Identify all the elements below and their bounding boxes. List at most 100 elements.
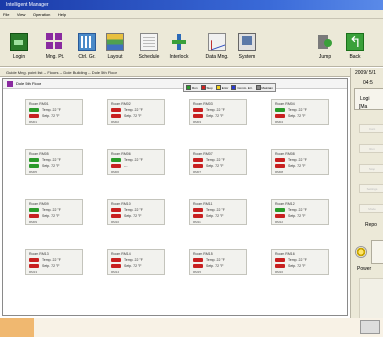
status-indicator — [111, 158, 121, 162]
status-indicator — [193, 158, 203, 162]
report-label[interactable]: Repo — [365, 222, 377, 228]
side-button-3[interactable]: Stop — [359, 164, 383, 173]
room-value: Temp. 22 °F — [42, 258, 61, 262]
room-name: Room RM10 — [111, 202, 131, 206]
room-tile[interactable]: Room RM06 Temp. 22 °F --- RM06 — [107, 149, 165, 175]
status-indicator — [111, 214, 121, 218]
room-value: Temp. 22 °F — [124, 158, 143, 162]
side-button-4[interactable]: Settings — [359, 184, 383, 193]
room-name: Room RM07 — [193, 152, 213, 156]
schedule-button[interactable]: Schedule — [132, 33, 166, 65]
room-value: Temp. 22 °F — [42, 108, 61, 112]
room-value: Temp. 22 °F — [124, 208, 143, 212]
room-tile[interactable]: Room RM12 Temp. 22 °F Setp. 72 °F RM12 — [271, 199, 329, 225]
schedule-label: Schedule — [138, 54, 160, 60]
layout-button[interactable]: Layout — [98, 33, 132, 65]
room-tile[interactable]: Room RM11 Temp. 22 °F Setp. 72 °F RM11 — [189, 199, 247, 225]
room-tile[interactable]: Room RM15 Temp. 22 °F Setp. 72 °F RM15 — [189, 249, 247, 275]
management-point-button[interactable]: Mng. Pt. — [38, 33, 72, 65]
room-value: Temp. 22 °F — [124, 258, 143, 262]
status-indicator — [275, 158, 285, 162]
room-tile[interactable]: Room RM01 Temp. 22 °F Setp. 72 °F RM01 — [25, 99, 83, 125]
status-indicator — [111, 208, 121, 212]
room-id: RM03 — [193, 120, 202, 124]
power-indicator-icon — [355, 246, 367, 258]
status-indicator — [275, 258, 285, 262]
room-tile[interactable]: Room RM09 Temp. 22 °F Setp. 72 °F RM09 — [25, 199, 83, 225]
room-tile[interactable]: Room RM07 Temp. 22 °F Setp. 72 °F RM07 — [189, 149, 247, 175]
menu-view[interactable]: View — [14, 10, 29, 19]
room-tile[interactable]: Room RM10 Temp. 22 °F Setp. 72 °F RM10 — [107, 199, 165, 225]
data-management-button[interactable]: Data Mng. — [200, 33, 234, 65]
status-indicator — [29, 214, 39, 218]
status-indicator — [275, 214, 285, 218]
status-indicator — [275, 264, 285, 268]
room-value: --- — [124, 164, 128, 168]
room-value: Setp. 72 °F — [288, 264, 306, 268]
status-side-panel: 2009/ 5/1 04:5 Logi [Ma Cont Run Stop Se… — [350, 68, 383, 328]
room-tile[interactable]: Room RM05 Temp. 22 °F Setp. 72 °F RM05 — [25, 149, 83, 175]
menu-operation[interactable]: Operation — [30, 10, 54, 19]
room-tile[interactable]: Room RM02 Temp. 22 °F Setp. 72 °F RM02 — [107, 99, 165, 125]
status-indicator — [193, 214, 203, 218]
status-indicator — [29, 114, 39, 118]
room-name: Room RM11 — [193, 202, 213, 206]
system-button[interactable]: System — [230, 33, 264, 65]
data-management-icon — [208, 33, 226, 51]
current-date: 2009/ 5/1 — [355, 70, 376, 76]
room-name: Room RM02 — [111, 102, 131, 106]
room-value: Setp. 72 °F — [124, 264, 142, 268]
floor-view: Dole 5th Floor Run Stop Error Comm. Err.… — [2, 78, 348, 316]
jump-icon — [316, 33, 334, 51]
power-box — [371, 240, 383, 264]
room-value: Temp. 22 °F — [206, 158, 225, 162]
room-value: Temp. 22 °F — [288, 208, 307, 212]
room-id: RM02 — [111, 120, 120, 124]
legend-swatch-comm-error — [231, 85, 237, 90]
status-indicator — [111, 114, 121, 118]
legend-run: Run — [186, 85, 198, 90]
menu-file[interactable]: File — [0, 10, 12, 19]
side-button-5[interactable]: Mode — [359, 204, 383, 213]
back-button[interactable]: Back — [338, 33, 372, 65]
management-point-icon — [46, 33, 64, 51]
room-tile[interactable]: Room RM08 Temp. 22 °F Setp. 72 °F RM08 — [271, 149, 329, 175]
legend-swatch-maintain — [255, 85, 261, 90]
room-value: Setp. 72 °F — [124, 214, 142, 218]
legend-stop: Stop — [200, 85, 213, 90]
status-indicator — [193, 264, 203, 268]
side-button-1[interactable]: Cont — [359, 124, 383, 133]
room-id: RM15 — [193, 270, 202, 274]
layout-icon — [106, 33, 124, 51]
room-id: RM08 — [275, 170, 284, 174]
side-button-2[interactable]: Run — [359, 144, 383, 153]
menu-help[interactable]: Help — [55, 10, 69, 19]
jump-button[interactable]: Jump — [308, 33, 342, 65]
floor-title: Dole 5th Floor — [16, 81, 42, 86]
back-label: Back — [349, 54, 361, 60]
room-value: Temp. 22 °F — [42, 158, 61, 162]
status-indicator — [193, 114, 203, 118]
room-value: Setp. 72 °F — [288, 164, 306, 168]
room-tile[interactable]: Room RM04 Temp. 22 °F Setp. 72 °F RM04 — [271, 99, 329, 125]
room-id: RM09 — [29, 220, 38, 224]
legend-swatch-error — [215, 85, 221, 90]
building-icon — [7, 81, 13, 87]
room-tile[interactable]: Room RM16 Temp. 22 °F Setp. 72 °F RM16 — [271, 249, 329, 275]
login-label: Login — [12, 54, 26, 60]
status-indicator — [29, 164, 39, 168]
mini-preview — [360, 320, 380, 334]
room-tile[interactable]: Room RM14 Temp. 22 °F Setp. 72 °F RM14 — [107, 249, 165, 275]
room-name: Room RM15 — [193, 252, 213, 256]
bottom-accent — [0, 318, 34, 337]
data-management-label: Data Mng. — [205, 54, 229, 60]
room-tile[interactable]: Room RM13 Temp. 22 °F Setp. 72 °F RM13 — [25, 249, 83, 275]
legend-maintain: Maintain — [255, 85, 273, 90]
room-id: RM14 — [111, 270, 120, 274]
status-indicator — [111, 258, 121, 262]
room-tile[interactable]: Room RM03 Temp. 22 °F Setp. 72 °F RM03 — [189, 99, 247, 125]
interlock-button[interactable]: Interlock — [162, 33, 196, 65]
login-button[interactable]: Login — [2, 33, 36, 65]
room-value: Temp. 22 °F — [206, 208, 225, 212]
status-indicator — [193, 108, 203, 112]
